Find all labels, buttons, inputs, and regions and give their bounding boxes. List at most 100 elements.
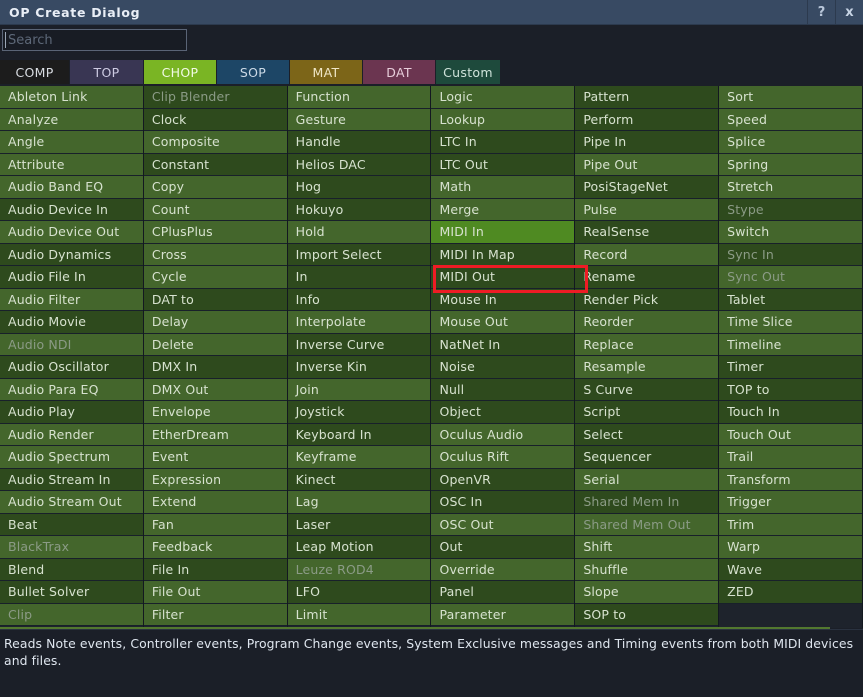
help-icon[interactable]: ? [807, 0, 835, 25]
tab-chop[interactable]: CHOP [144, 60, 217, 84]
operator-item[interactable]: NatNet In [431, 333, 575, 356]
operator-item[interactable]: Info [287, 288, 431, 311]
operator-item[interactable]: Clip Blender [143, 86, 287, 109]
operator-item[interactable]: Blend [0, 558, 143, 581]
operator-item[interactable]: Ableton Link [0, 86, 143, 109]
operator-item[interactable]: Merge [431, 198, 575, 221]
operator-item[interactable]: Override [431, 558, 575, 581]
operator-item[interactable]: Audio Stream In [0, 468, 143, 491]
operator-item[interactable]: Import Select [287, 243, 431, 266]
operator-item[interactable]: Pipe Out [575, 153, 719, 176]
operator-item[interactable]: Count [143, 198, 287, 221]
operator-item[interactable]: Fan [143, 513, 287, 536]
operator-item[interactable]: Extend [143, 491, 287, 514]
operator-item[interactable]: Limit [287, 603, 431, 626]
operator-item[interactable]: Feedback [143, 536, 287, 559]
operator-item[interactable]: Shared Mem Out [575, 513, 719, 536]
operator-item[interactable]: Panel [431, 581, 575, 604]
operator-item[interactable]: Sequencer [575, 446, 719, 469]
operator-item[interactable]: Shift [575, 536, 719, 559]
operator-item[interactable]: Delete [143, 333, 287, 356]
operator-item[interactable]: Oculus Audio [431, 423, 575, 446]
operator-item[interactable]: Cross [143, 243, 287, 266]
operator-item[interactable]: CPlusPlus [143, 221, 287, 244]
operator-item[interactable]: Stype [719, 198, 862, 221]
operator-item[interactable]: Trigger [719, 491, 862, 514]
operator-item[interactable]: Sync Out [719, 266, 862, 289]
operator-item[interactable]: Null [431, 378, 575, 401]
operator-item[interactable]: Expression [143, 468, 287, 491]
operator-item[interactable]: Rename [575, 266, 719, 289]
operator-item[interactable]: Audio Movie [0, 311, 143, 334]
operator-item[interactable]: Time Slice [719, 311, 862, 334]
operator-item[interactable]: Object [431, 401, 575, 424]
operator-item[interactable]: Leap Motion [287, 536, 431, 559]
operator-item[interactable]: Shuffle [575, 558, 719, 581]
operator-item[interactable]: Bullet Solver [0, 581, 143, 604]
operator-item[interactable]: Script [575, 401, 719, 424]
operator-item[interactable]: Hokuyo [287, 198, 431, 221]
search-input[interactable] [2, 29, 187, 51]
operator-item[interactable]: Clock [143, 108, 287, 131]
operator-item[interactable]: Join [287, 378, 431, 401]
operator-item[interactable]: Audio Device In [0, 198, 143, 221]
operator-item[interactable]: Mouse Out [431, 311, 575, 334]
tab-sop[interactable]: SOP [217, 60, 290, 84]
operator-item[interactable]: Noise [431, 356, 575, 379]
tab-comp[interactable]: COMP [0, 60, 70, 84]
operator-item[interactable]: Audio Stream Out [0, 491, 143, 514]
operator-item[interactable]: Clip [0, 603, 143, 626]
operator-item[interactable]: Splice [719, 131, 862, 154]
operator-item[interactable]: S Curve [575, 378, 719, 401]
operator-item[interactable]: Audio NDI [0, 333, 143, 356]
operator-item[interactable]: RealSense [575, 221, 719, 244]
operator-item[interactable]: LFO [287, 581, 431, 604]
operator-item[interactable]: Mouse In [431, 288, 575, 311]
operator-item[interactable]: Helios DAC [287, 153, 431, 176]
operator-item[interactable]: Angle [0, 131, 143, 154]
operator-item[interactable]: Joystick [287, 401, 431, 424]
operator-item[interactable]: Replace [575, 333, 719, 356]
operator-item[interactable]: SOP to [575, 603, 719, 626]
operator-item[interactable]: Spring [719, 153, 862, 176]
operator-item[interactable]: PosiStageNet [575, 176, 719, 199]
operator-item[interactable]: In [287, 266, 431, 289]
operator-item[interactable]: Pipe In [575, 131, 719, 154]
operator-item[interactable]: OSC In [431, 491, 575, 514]
operator-item[interactable]: DAT to [143, 288, 287, 311]
operator-item[interactable]: Sort [719, 86, 862, 109]
operator-item[interactable]: Lag [287, 491, 431, 514]
operator-item[interactable]: Envelope [143, 401, 287, 424]
operator-item[interactable]: Logic [431, 86, 575, 109]
operator-item[interactable]: Stretch [719, 176, 862, 199]
operator-item[interactable]: Touch Out [719, 423, 862, 446]
operator-item[interactable]: DMX Out [143, 378, 287, 401]
operator-item[interactable]: Touch In [719, 401, 862, 424]
tab-custom[interactable]: Custom [436, 60, 501, 84]
operator-item[interactable]: Render Pick [575, 288, 719, 311]
operator-item[interactable]: Audio Oscillator [0, 356, 143, 379]
operator-item[interactable]: Inverse Kin [287, 356, 431, 379]
operator-item[interactable]: File Out [143, 581, 287, 604]
operator-item[interactable]: File In [143, 558, 287, 581]
operator-item[interactable]: Delay [143, 311, 287, 334]
operator-item[interactable]: LTC In [431, 131, 575, 154]
operator-item[interactable]: Cycle [143, 266, 287, 289]
operator-item[interactable]: BlackTrax [0, 536, 143, 559]
operator-item[interactable]: Record [575, 243, 719, 266]
operator-item[interactable]: Gesture [287, 108, 431, 131]
operator-item[interactable]: Select [575, 423, 719, 446]
operator-item[interactable]: Switch [719, 221, 862, 244]
titlebar[interactable]: OP Create Dialog ? x [0, 0, 863, 25]
operator-item[interactable]: Slope [575, 581, 719, 604]
operator-item[interactable]: Analyze [0, 108, 143, 131]
operator-item[interactable]: Constant [143, 153, 287, 176]
operator-item[interactable]: Audio Para EQ [0, 378, 143, 401]
operator-item[interactable]: MIDI In [431, 221, 575, 244]
operator-item[interactable]: Trim [719, 513, 862, 536]
operator-item[interactable]: Trail [719, 446, 862, 469]
tab-top[interactable]: TOP [70, 60, 144, 84]
operator-item[interactable]: Pattern [575, 86, 719, 109]
operator-item[interactable]: Keyboard In [287, 423, 431, 446]
operator-item[interactable]: Event [143, 446, 287, 469]
